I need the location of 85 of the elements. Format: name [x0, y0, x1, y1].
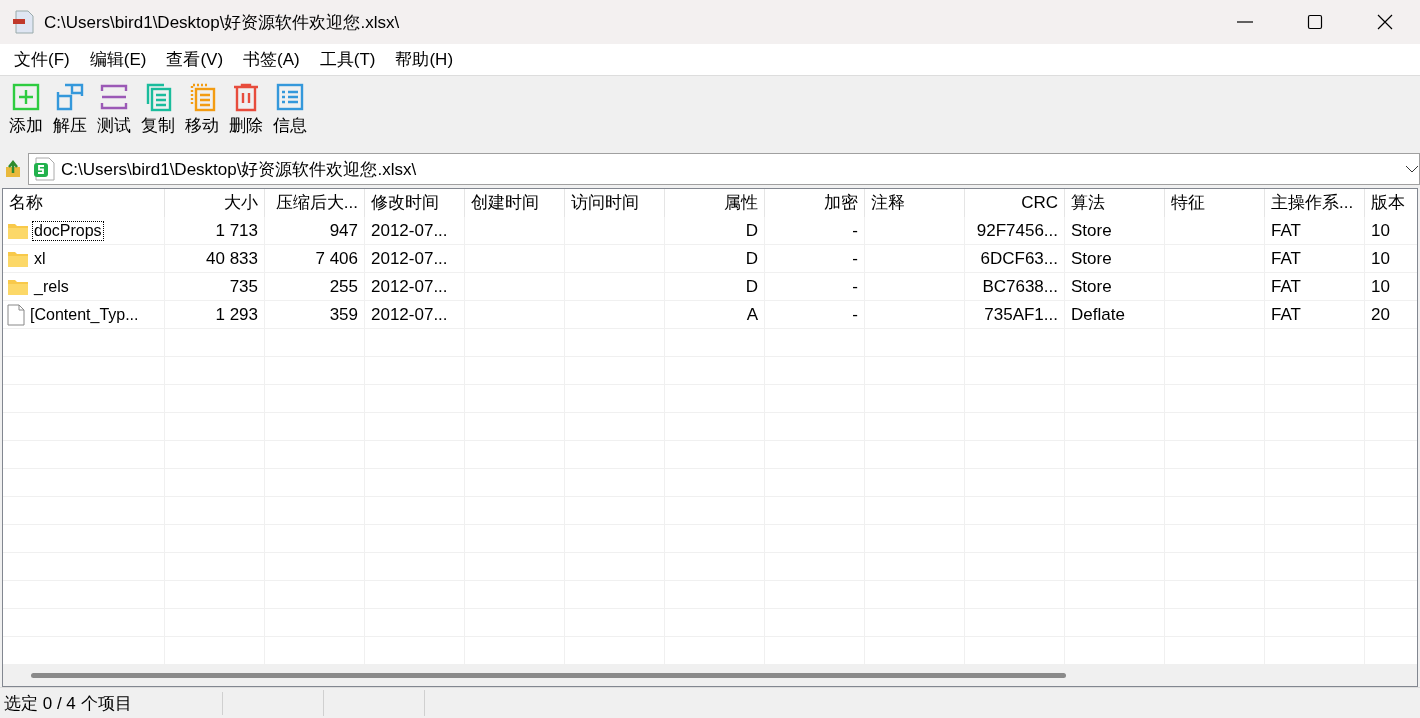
table-cell-text: 255: [328, 275, 359, 298]
table-cell-text: Store: [1070, 275, 1113, 298]
file-icon: [7, 303, 25, 326]
table-cell-text: -: [851, 247, 859, 270]
window-title: C:\Users\bird1\Desktop\好资源软件欢迎您.xlsx\: [44, 11, 401, 34]
column-header[interactable]: 加密: [765, 188, 865, 217]
table-cell-text: A: [745, 303, 759, 326]
table-cell-text: D: [744, 275, 759, 298]
table-cell-text: FAT: [1270, 247, 1302, 270]
column-header[interactable]: 创建时间: [465, 188, 565, 217]
file-name[interactable]: docProps: [33, 221, 103, 240]
table-cell-text: 359: [328, 303, 359, 326]
file-name[interactable]: [Content_Typ...: [29, 305, 140, 324]
column-header[interactable]: 属性: [665, 188, 765, 217]
table-cell-text: 2012-07...: [370, 275, 449, 298]
table-cell-text: 735AF1...: [983, 303, 1059, 326]
table-cell-text: -: [851, 219, 859, 242]
table-cell-text: Store: [1070, 247, 1113, 270]
table-cell-text: 20: [1370, 303, 1391, 326]
column-header[interactable]: 大小: [165, 188, 265, 217]
minimize-icon: [1237, 21, 1253, 23]
column-header[interactable]: 访问时间: [565, 188, 665, 217]
column-header[interactable]: 修改时间: [365, 188, 465, 217]
trash-icon: [231, 81, 261, 112]
menu-item[interactable]: 查看(V): [156, 47, 234, 71]
table-cell-text: -: [851, 303, 859, 326]
table-cell-text: 40 833: [205, 247, 259, 270]
archive-icon: [12, 10, 34, 34]
folder-icon: [7, 221, 29, 240]
file-name[interactable]: xl: [33, 249, 47, 268]
table-cell-text: 6DCF63...: [979, 247, 1059, 270]
table-cell-text: 947: [328, 219, 359, 242]
column-header[interactable]: 算法: [1065, 188, 1165, 217]
table-cell-text: 2012-07...: [370, 303, 449, 326]
table-cell-text: BC7638...: [981, 275, 1059, 298]
table-cell-text: FAT: [1270, 219, 1302, 242]
table-cell-text: FAT: [1270, 275, 1302, 298]
toolbar-button[interactable]: 复制: [136, 81, 180, 137]
table-cell-text: D: [744, 219, 759, 242]
table-cell-text: 2012-07...: [370, 219, 449, 242]
address-field[interactable]: C:\Users\bird1\Desktop\好资源软件欢迎您.xlsx\: [28, 153, 1420, 186]
table-cell-text: 92F7456...: [975, 219, 1059, 242]
table-cell-text: 10: [1370, 219, 1391, 242]
menu-item[interactable]: 工具(T): [309, 47, 386, 71]
table-cell-text: Store: [1070, 219, 1113, 242]
menu-item[interactable]: 书签(A): [233, 47, 310, 71]
close-icon: [1377, 14, 1393, 30]
table-cell-text: Deflate: [1070, 303, 1126, 326]
spreadsheet-icon: [33, 157, 55, 182]
column-header[interactable]: 注释: [865, 188, 965, 217]
table-cell-text: 10: [1370, 275, 1391, 298]
table-cell-text: 1 713: [214, 219, 259, 242]
table-cell-text: 735: [228, 275, 259, 298]
folder-icon: [7, 249, 29, 268]
toolbar-button[interactable]: 测试: [92, 81, 136, 137]
column-header[interactable]: 版本: [1365, 188, 1417, 217]
scrollbar-thumb[interactable]: [31, 672, 1066, 678]
file-name[interactable]: _rels: [33, 277, 70, 296]
menu-item[interactable]: 文件(F): [4, 47, 80, 71]
extract-icon: [55, 81, 85, 112]
toolbar-button[interactable]: 移动: [180, 81, 224, 137]
status-text: 选定 0 / 4 个项目: [0, 691, 223, 715]
toolbar-button[interactable]: 解压: [48, 81, 92, 137]
toolbar-button[interactable]: 信息: [268, 81, 312, 137]
column-header[interactable]: 特征: [1165, 188, 1265, 217]
toolbar-button[interactable]: 删除: [224, 81, 268, 137]
chevron-down-icon[interactable]: [1405, 164, 1419, 175]
folder-icon: [7, 277, 29, 296]
column-header[interactable]: 名称: [3, 188, 165, 217]
table-cell-text: 7 406: [314, 247, 359, 270]
plus-icon: [11, 81, 41, 112]
toolbar-button[interactable]: 添加: [4, 81, 48, 137]
column-header[interactable]: 主操作系...: [1265, 188, 1365, 217]
column-header[interactable]: 压缩后大...: [265, 188, 365, 217]
table-cell-text: D: [744, 247, 759, 270]
menu-item[interactable]: 帮助(H): [385, 47, 464, 71]
table-cell-text: -: [851, 275, 859, 298]
table-cell-text: FAT: [1270, 303, 1302, 326]
menu-item[interactable]: 编辑(E): [79, 47, 157, 71]
column-header[interactable]: CRC: [965, 188, 1065, 217]
table-cell-text: 10: [1370, 247, 1391, 270]
table-cell-text: 1 293: [214, 303, 259, 326]
list-icon: [275, 81, 305, 112]
table-cell-text: 2012-07...: [370, 247, 449, 270]
maximize-icon: [1307, 14, 1323, 30]
